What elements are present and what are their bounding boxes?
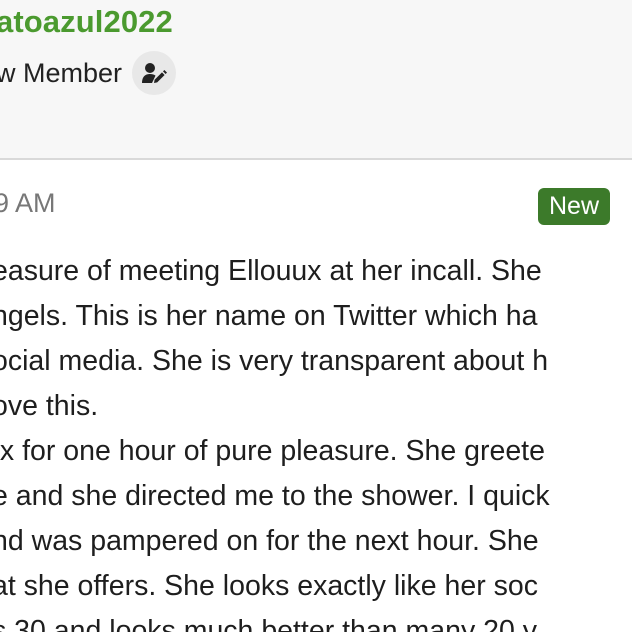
post-author-header: atoazul2022 w Member: [0, 0, 632, 158]
author-role-row: w Member: [0, 51, 177, 95]
post-text-line: ıx for one hour of pure pleasure. She gr…: [0, 435, 545, 467]
post-timestamp[interactable]: 9 AM: [0, 188, 56, 219]
post-text-line: nd was pampered on for the next hour. Sh…: [0, 525, 539, 557]
thread-post: atoazul2022 w Member 9 AM New easure of …: [0, 0, 632, 632]
post-text-line: at she offers. She looks exactly like he…: [0, 570, 538, 602]
post-text-line: s 30 and looks much better than many 20 …: [0, 615, 537, 632]
user-edit-icon: [132, 51, 177, 95]
author-role: w Member: [0, 57, 123, 88]
post-text-line: e and she directed me to the shower. I q…: [0, 480, 550, 512]
post-text-line: ove this.: [0, 390, 99, 422]
post-text-line: ocial media. She is very transparent abo…: [0, 345, 549, 377]
post-body: 9 AM New easure of meeting Ellouux at he…: [0, 160, 632, 632]
author-username[interactable]: atoazul2022: [0, 4, 173, 40]
post-text-line: ngels. This is her name on Twitter which…: [0, 300, 538, 332]
new-badge: New: [538, 188, 610, 225]
post-text-line: easure of meeting Ellouux at her incall.…: [0, 255, 542, 287]
